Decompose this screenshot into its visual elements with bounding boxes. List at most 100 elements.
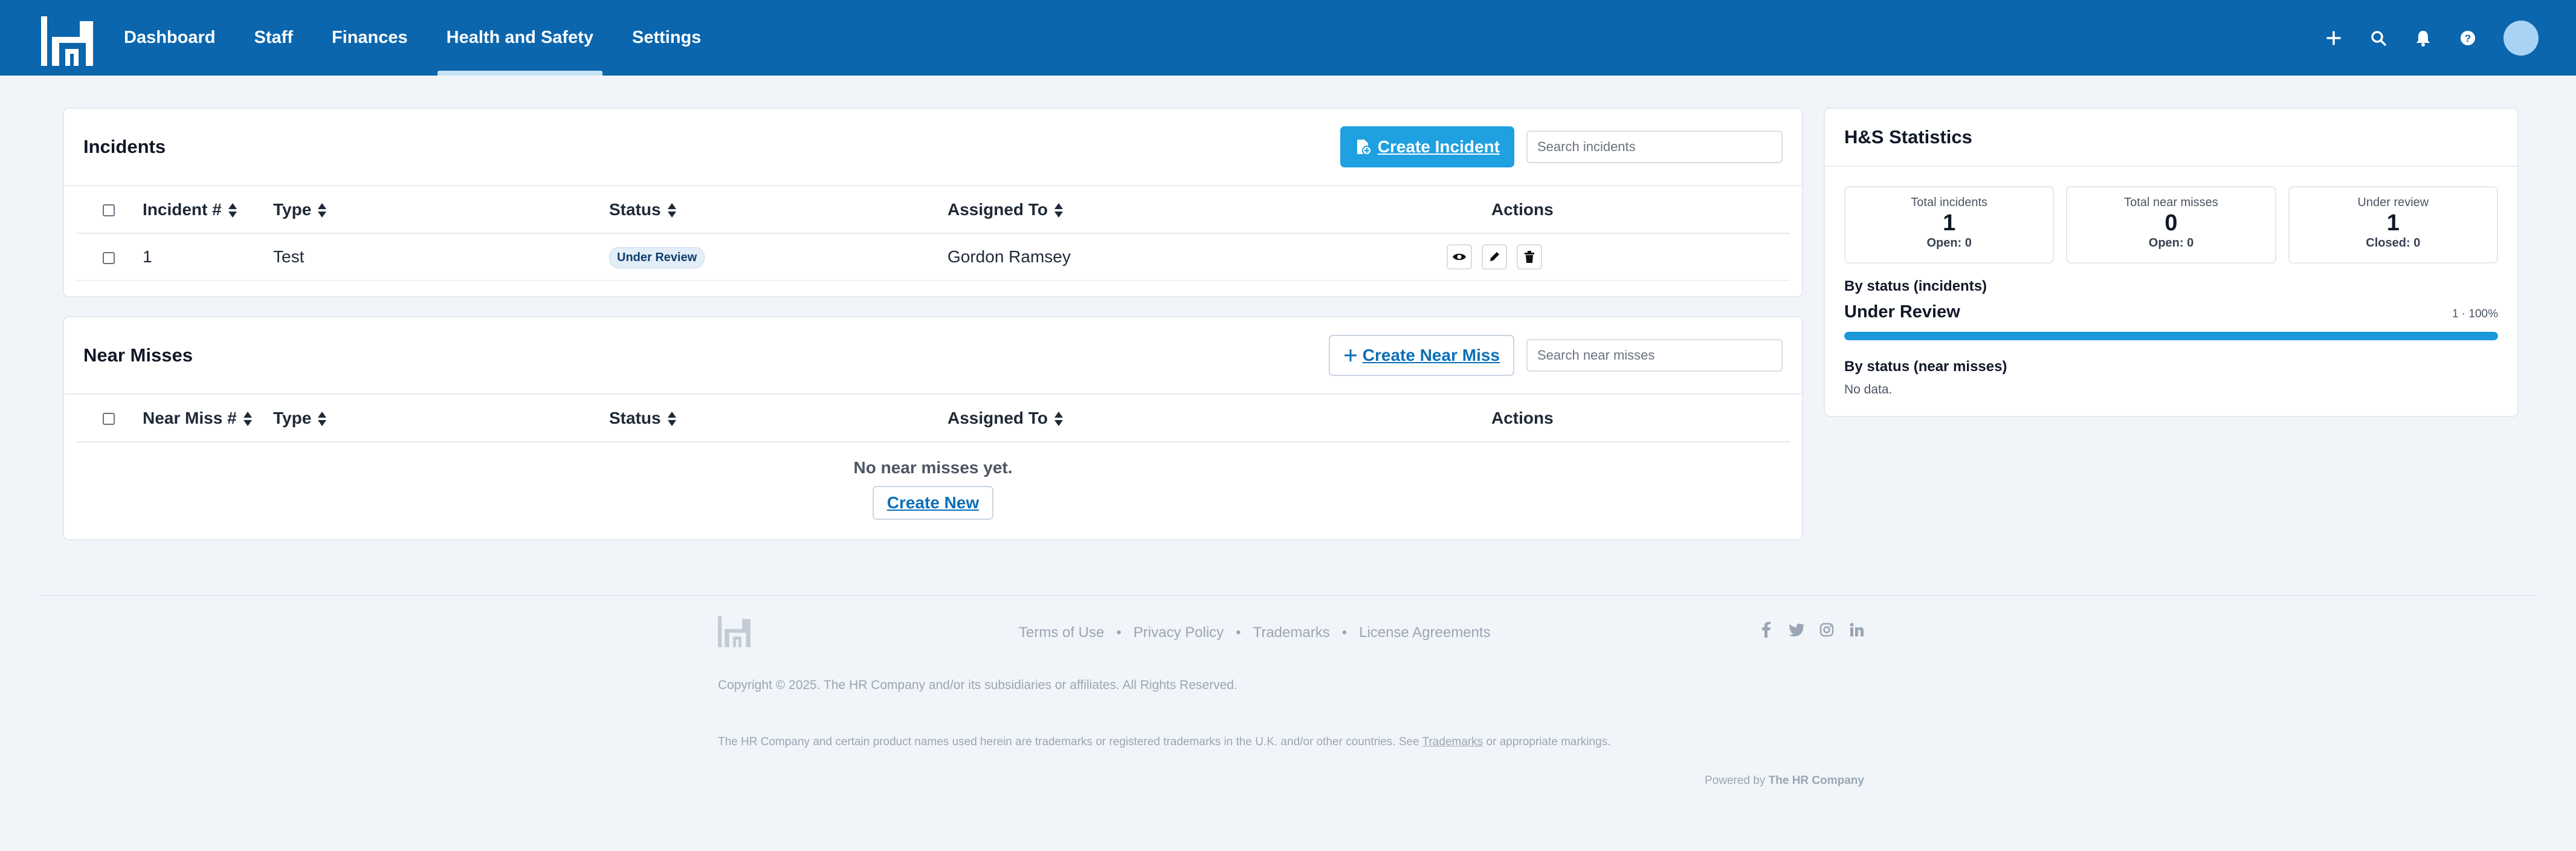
incidents-search-input[interactable] [1526,131,1783,163]
trademarks-link[interactable]: Trademarks [1422,736,1483,748]
incidents-card: Incidents Create Incident Incident # Typ… [63,108,1803,297]
col-assigned-to[interactable]: Assigned To [947,395,1491,442]
sort-icon [243,412,252,427]
incidents-header: Incidents Create Incident [64,109,1802,186]
col-assigned-to[interactable]: Assigned To [947,186,1491,234]
stats-title: H&S Statistics [1844,126,1972,147]
by-status-near-misses-label: By status (near misses) [1844,358,2007,375]
incident-status-row: Under Review 1 · 100% [1825,302,2517,322]
near-misses-card: Near Misses Create Near Miss Near Miss #… [63,316,1803,540]
near-misses-table: Near Miss # Type Status Assigned To Acti… [76,395,1790,442]
col-incident-number[interactable]: Incident # [143,186,273,234]
footer-link-licenses[interactable]: License Agreements [1359,624,1490,641]
incident-status-name: Under Review [1844,302,1960,322]
assigned-to: Gordon Ramsey [947,233,1491,281]
stat-total-incidents: Total incidents 1 Open: 0 [1844,186,2055,264]
trash-icon [1525,251,1534,263]
table-row[interactable]: 1 Test Under Review Gordon Ramsey [76,233,1790,281]
create-incident-button[interactable]: Create Incident [1340,126,1514,167]
top-navbar: Dashboard Staff Finances Health and Safe… [0,0,2576,76]
col-status[interactable]: Status [609,395,947,442]
footer-link-terms[interactable]: Terms of Use [1019,624,1104,641]
footer-link-trademarks[interactable]: Trademarks [1253,624,1330,641]
incidents-title: Incidents [83,136,166,157]
by-status-incidents-label: By status (incidents) [1844,278,1987,294]
col-near-miss-number[interactable]: Near Miss # [143,395,273,442]
footer-link-privacy[interactable]: Privacy Policy [1134,624,1224,641]
stats-header: H&S Statistics [1825,109,2517,167]
company-logo[interactable] [41,16,93,66]
stat-under-review: Under review 1 Closed: 0 [2288,186,2498,264]
sort-icon [667,203,676,218]
row-checkbox[interactable] [103,251,115,264]
instagram-icon[interactable] [1819,622,1835,638]
create-incident-label: Create Incident [1377,137,1500,156]
eye-icon [1453,253,1466,260]
nav-health-and-safety[interactable]: Health and Safety [437,0,603,76]
empty-state-text: No near misses yet. [853,458,1013,477]
sort-icon [1054,203,1063,218]
nav-dashboard[interactable]: Dashboard [115,0,224,76]
select-all-checkbox[interactable] [103,413,115,426]
search-icon[interactable] [2367,27,2390,50]
hs-statistics-card: H&S Statistics Total incidents 1 Open: 0… [1824,108,2519,417]
trademark-note: The HR Company and certain product names… [718,736,1611,748]
footer-separator: • [1116,624,1122,641]
incident-status-progress [1844,332,2498,340]
linkedin-icon[interactable] [1849,622,1865,638]
twitter-icon[interactable] [1789,622,1804,638]
col-actions: Actions [1491,395,1790,442]
nav-staff[interactable]: Staff [245,0,302,76]
stat-boxes: Total incidents 1 Open: 0 Total near mis… [1825,186,2517,264]
powered-company: The HR Company [1768,774,1864,787]
create-new-button[interactable]: Create New [872,486,994,520]
sort-icon [1054,412,1063,427]
footer-links: Terms of Use • Privacy Policy • Trademar… [1019,623,1491,643]
bell-icon[interactable] [2412,27,2435,50]
view-button[interactable] [1447,244,1472,270]
top-actions: ? [2322,21,2539,56]
delete-button[interactable] [1517,244,1542,270]
social-links [1758,622,1865,638]
incidents-table: Incident # Type Status Assigned To Actio… [76,186,1790,281]
incident-type: Test [273,233,609,281]
empty-state: No near misses yet. Create New [76,442,1790,520]
main-nav: Dashboard Staff Finances Health and Safe… [115,0,731,76]
near-misses-header: Near Misses Create Near Miss [64,317,1802,395]
facebook-icon[interactable] [1758,622,1774,638]
edit-button[interactable] [1482,244,1507,270]
status-badge: Under Review [609,247,705,268]
sort-icon [318,412,327,427]
col-actions: Actions [1491,186,1790,234]
footer-separator: • [1236,624,1241,641]
footer-divider [39,595,2537,596]
pencil-icon [1490,252,1499,261]
nav-finances[interactable]: Finances [323,0,417,76]
footer-logo[interactable] [718,616,751,647]
sort-icon [318,203,327,218]
create-near-miss-button[interactable]: Create Near Miss [1328,335,1514,376]
avatar[interactable] [2503,21,2539,56]
file-plus-icon [1357,140,1372,155]
stat-total-near-misses: Total near misses 0 Open: 0 [2066,186,2276,264]
incident-number: 1 [143,233,273,281]
select-all-checkbox[interactable] [103,204,115,217]
incident-status-count: 1 · 100% [2452,308,2498,320]
near-miss-no-data: No data. [1844,383,1893,396]
progress-fill [1844,332,2498,340]
powered-by: Powered by The HR Company [1705,774,1864,787]
sort-icon [228,203,237,218]
near-misses-title: Near Misses [83,345,193,366]
sort-icon [667,412,676,427]
nav-settings[interactable]: Settings [623,0,710,76]
col-status[interactable]: Status [609,186,947,234]
footer-separator: • [1341,624,1348,641]
col-type[interactable]: Type [273,395,609,442]
plus-icon[interactable] [2322,27,2345,50]
help-icon[interactable]: ? [2456,27,2479,50]
col-type[interactable]: Type [273,186,609,234]
create-near-miss-label: Create Near Miss [1362,346,1500,364]
svg-text:?: ? [2465,33,2471,44]
plus-icon [1344,349,1357,361]
near-misses-search-input[interactable] [1526,339,1783,372]
